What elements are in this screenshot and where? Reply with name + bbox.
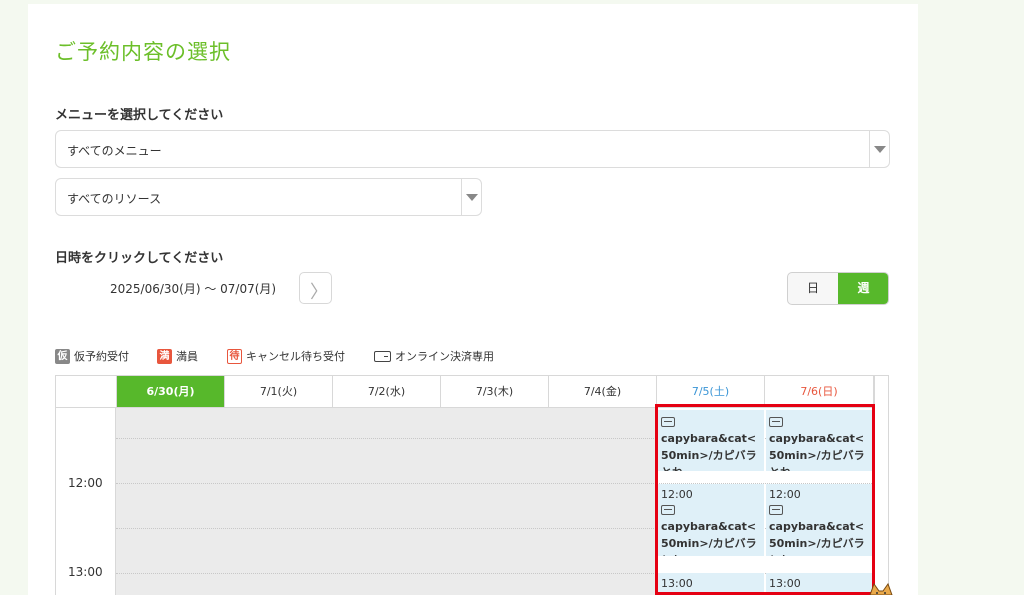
credit-card-icon: [374, 350, 391, 362]
unavailable-area: [116, 408, 657, 595]
time-header: [56, 376, 117, 408]
chevron-down-icon: [874, 146, 886, 153]
machi-label: キャンセル待ち受付: [246, 350, 345, 363]
resource-select[interactable]: すべてのリソース: [55, 178, 482, 216]
menu-select-value: すべてのメニュー: [67, 144, 162, 158]
chevron-right-icon: 〉: [310, 282, 328, 303]
menu-section-label: メニューを選択してください: [55, 108, 224, 123]
menu-select[interactable]: すべてのメニュー: [55, 130, 890, 168]
time-column: 12:00 13:00: [56, 408, 116, 595]
legend-online: オンライン決済専用: [374, 348, 494, 364]
view-toggle: 日 週: [787, 272, 889, 305]
man-badge: 満: [157, 348, 172, 364]
kari-label: 仮予約受付: [74, 350, 129, 363]
day-header-wed[interactable]: 7/2(水): [333, 376, 441, 408]
next-week-button[interactable]: 〉: [299, 272, 332, 304]
scrollbar-track[interactable]: [874, 376, 888, 595]
page-title: ご予約内容の選択: [55, 40, 231, 64]
chevron-down-icon: [466, 194, 478, 201]
legend-man: 満 満員: [157, 348, 198, 364]
date-range: 2025/06/30(月) 〜 07/07(月): [110, 282, 277, 296]
day-header-fri[interactable]: 7/4(金): [549, 376, 657, 408]
kari-badge: 仮: [55, 348, 70, 364]
machi-badge: 待: [227, 348, 242, 364]
resource-select-arrow[interactable]: [461, 179, 481, 215]
view-week-button[interactable]: 週: [838, 273, 888, 304]
time-label-12: 12:00: [68, 476, 103, 490]
legend-kari: 仮 仮予約受付: [55, 348, 129, 364]
cat-mascot-icon: [869, 582, 893, 595]
day-header-mon[interactable]: 6/30(月): [117, 376, 225, 408]
highlight-box: [655, 404, 875, 595]
resource-select-value: すべてのリソース: [67, 192, 162, 206]
time-label-13: 13:00: [68, 565, 103, 579]
menu-select-arrow[interactable]: [869, 131, 889, 167]
man-label: 満員: [176, 350, 198, 363]
day-header-tue[interactable]: 7/1(火): [225, 376, 333, 408]
date-section-label: 日時をクリックしてください: [55, 251, 224, 266]
day-header-thu[interactable]: 7/3(木): [441, 376, 549, 408]
legend-machi: 待 キャンセル待ち受付: [227, 348, 345, 364]
view-day-button[interactable]: 日: [788, 273, 838, 304]
online-label: オンライン決済専用: [395, 350, 494, 363]
